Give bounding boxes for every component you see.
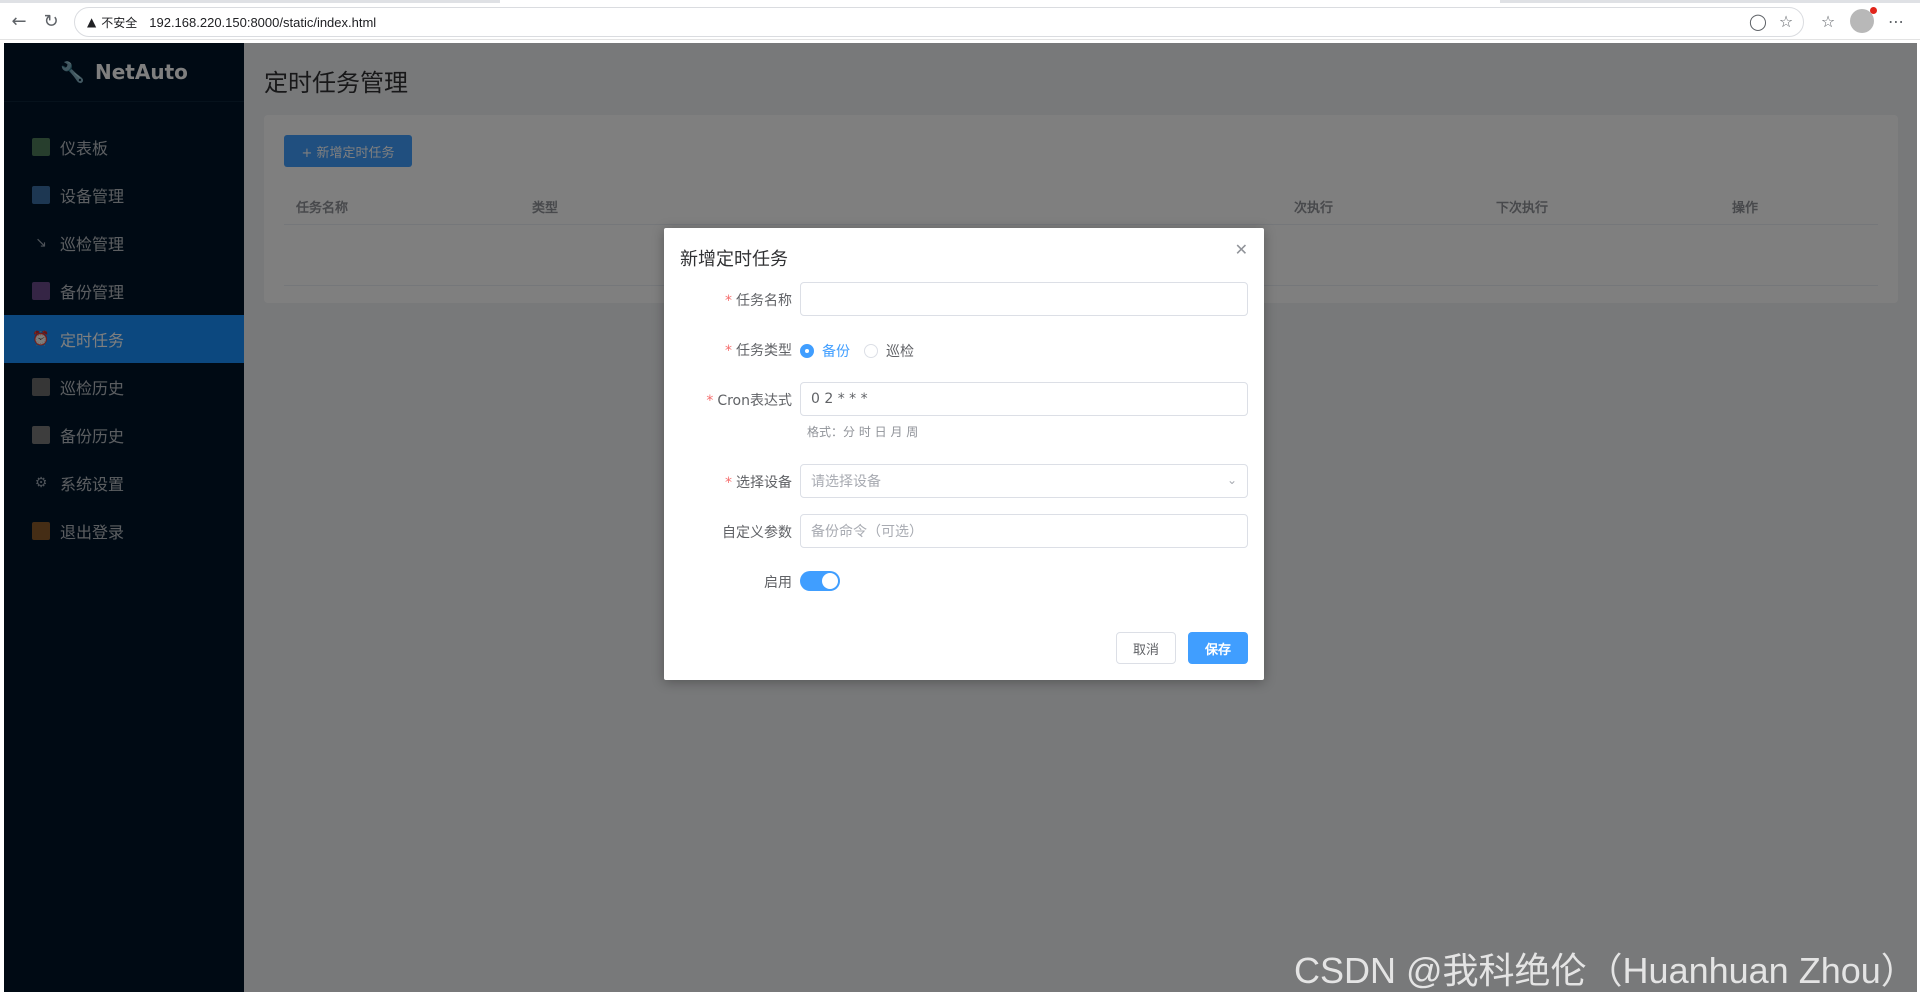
close-icon[interactable]: ✕ bbox=[1235, 240, 1248, 259]
radio-checked-icon bbox=[800, 344, 814, 358]
address-bar[interactable]: ▲ 不安全 192.168.220.150:8000/static/index.… bbox=[74, 7, 1804, 37]
app-root: 🔧 NetAuto 仪表板 设备管理 ↘ 巡检管理 备份管理 ⏰ 定时任务 bbox=[4, 43, 1917, 992]
dialog-title: 新增定时任务 bbox=[680, 249, 788, 270]
favorite-star-icon[interactable]: ☆ bbox=[1774, 9, 1798, 33]
cancel-button[interactable]: 取消 bbox=[1116, 632, 1176, 664]
task-name-input[interactable] bbox=[800, 282, 1248, 316]
switch-knob bbox=[822, 573, 838, 589]
url-text[interactable]: 192.168.220.150:8000/static/index.html bbox=[149, 15, 376, 30]
enabled-row: 启用 bbox=[664, 564, 1264, 598]
task-type-row: * 任务类型 备份 巡检 bbox=[664, 332, 1264, 366]
custom-params-input[interactable]: 备份命令（可选） bbox=[800, 514, 1248, 548]
add-task-dialog: 新增定时任务 ✕ * 任务名称 * 任务类型 备份 巡检 * Cron表达式 0 2 … bbox=[664, 228, 1264, 680]
favorites-list-icon[interactable]: ☆ bbox=[1816, 9, 1840, 33]
reload-icon[interactable]: ↻ bbox=[40, 10, 62, 32]
enabled-label: 启用 bbox=[764, 575, 792, 591]
cron-input[interactable]: 0 2 * * * bbox=[800, 382, 1248, 416]
radio-backup[interactable]: 备份 bbox=[800, 341, 850, 361]
cron-label: * Cron表达式 bbox=[706, 393, 792, 409]
radio-inspection[interactable]: 巡检 bbox=[864, 341, 914, 361]
cron-hint: 格式：分 时 日 月 周 bbox=[807, 425, 919, 439]
save-button[interactable]: 保存 bbox=[1188, 632, 1248, 664]
device-select[interactable]: 请选择设备 ⌄ bbox=[800, 464, 1248, 498]
active-tab[interactable] bbox=[500, 0, 1500, 3]
task-name-row: * 任务名称 bbox=[664, 282, 1264, 316]
back-icon[interactable]: ← bbox=[8, 10, 30, 32]
security-label[interactable]: 不安全 bbox=[101, 14, 137, 31]
custom-params-label: 自定义参数 bbox=[722, 525, 792, 541]
cron-row: * Cron表达式 0 2 * * * 格式：分 时 日 月 周 bbox=[664, 382, 1264, 439]
browser-toolbar: ← ↻ ▲ 不安全 192.168.220.150:8000/static/in… bbox=[0, 0, 1920, 40]
devices-label: * 选择设备 bbox=[725, 475, 792, 491]
custom-params-row: 自定义参数 备份命令（可选） bbox=[664, 514, 1264, 548]
task-name-label: * 任务名称 bbox=[725, 293, 792, 309]
warning-icon[interactable]: ▲ bbox=[87, 15, 96, 29]
watermark: CSDN @我科绝伦（Huanhuan Zhou） bbox=[1294, 950, 1917, 991]
enabled-switch[interactable] bbox=[800, 571, 840, 591]
devices-row: * 选择设备 请选择设备 ⌄ bbox=[664, 464, 1264, 498]
reader-mode-icon[interactable]: ◯ bbox=[1746, 9, 1770, 33]
chevron-down-icon: ⌄ bbox=[1226, 473, 1237, 487]
task-type-label: * 任务类型 bbox=[725, 343, 792, 359]
more-menu-icon[interactable]: ⋯ bbox=[1884, 9, 1908, 33]
profile-avatar[interactable] bbox=[1850, 7, 1877, 33]
radio-unchecked-icon bbox=[864, 344, 878, 358]
